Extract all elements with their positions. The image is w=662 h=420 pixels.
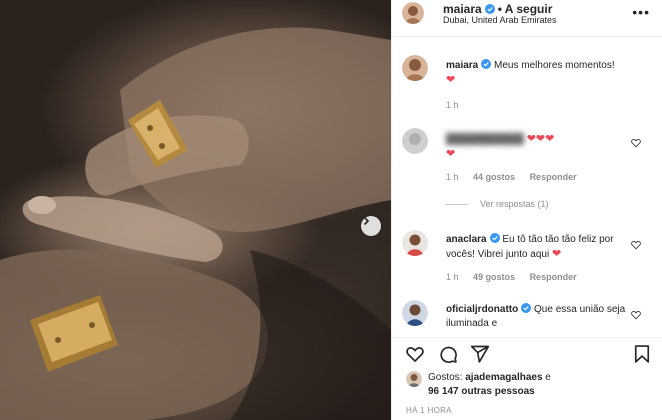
heart-emoji: ❤ (552, 248, 562, 260)
heart-emoji: ❤ (446, 74, 456, 86)
post-timestamp[interactable]: HÁ 1 HORA (406, 406, 452, 415)
caption-time[interactable]: 1 h (446, 100, 459, 110)
verified-badge-icon (484, 4, 495, 14)
comment-time[interactable]: 1 h (446, 172, 459, 182)
liker-avatar[interactable] (406, 371, 422, 387)
comment-meta: 1 h 44 gostos Responder (446, 172, 589, 182)
comment-username-blurred[interactable]: ███████████ (446, 134, 524, 145)
heart-icon[interactable] (631, 310, 641, 320)
heart-emoji: ❤ (446, 148, 456, 160)
author-username[interactable]: maiara (443, 2, 482, 16)
comment-meta: 1 h 49 gostos Responder (446, 272, 589, 282)
caption-body: Meus melhores momentos! (494, 60, 615, 71)
share-icon[interactable] (470, 344, 490, 364)
comment-text: oficialjrdonatto Que essa união seja ilu… (446, 303, 638, 331)
liker-username[interactable]: ajademagalhaes (465, 372, 542, 383)
comment-avatar-blurred[interactable] (402, 128, 428, 154)
comment-avatar[interactable] (402, 230, 428, 256)
verified-badge-icon (481, 59, 492, 69)
comment-icon[interactable] (438, 344, 458, 364)
verified-badge-icon (489, 233, 500, 243)
comment-time[interactable]: 1 h (446, 272, 459, 282)
reply-button[interactable]: Responder (530, 172, 577, 182)
likes-others[interactable]: 96 147 outras pessoas (428, 386, 535, 397)
heart-icon[interactable] (631, 240, 641, 250)
caption-author-avatar[interactable] (402, 55, 428, 81)
post-photo[interactable] (0, 0, 391, 420)
comment-likes[interactable]: 44 gostos (473, 172, 515, 182)
post-header: maiara • A seguir Dubai, United Arab Emir… (392, 0, 662, 37)
heart-icon[interactable] (405, 344, 425, 364)
likes-prefix: Gostos: (428, 372, 463, 383)
bookmark-icon[interactable] (632, 344, 652, 364)
comment-hearts: ❤❤❤ (526, 133, 555, 145)
more-options-icon[interactable]: ••• (632, 4, 650, 20)
likes-connector: e (545, 372, 551, 383)
comment-text: anaclara Eu tô tão tão tão feliz por voc… (446, 233, 638, 262)
comment-username[interactable]: oficialjrdonatto (446, 304, 518, 315)
post-location[interactable]: Dubai, United Arab Emirates (443, 15, 557, 25)
replies-divider (446, 204, 468, 206)
comment-row: oficialjrdonatto Que essa união seja ilu… (392, 300, 662, 336)
chevron-right-icon (363, 216, 370, 226)
comment-row: anaclara Eu tô tão tão tão feliz por voc… (392, 230, 662, 290)
post-actions-bar (392, 337, 662, 369)
hands-with-rings-image (0, 27, 391, 420)
caption-row: maiara Meus melhores momentos! ❤ 1 h (392, 55, 662, 110)
comment-likes[interactable]: 49 gostos (473, 272, 515, 282)
following-button[interactable]: • A seguir (498, 2, 553, 16)
next-photo-button[interactable] (361, 216, 381, 236)
comment-row: ███████████ ❤❤❤ ❤ 1 h 44 gostos Responde… (392, 128, 662, 213)
comment-text: ███████████ ❤❤❤ ❤ (446, 132, 638, 162)
likes-text: Gostos: ajademagalhaes e 96 147 outras p… (428, 371, 658, 399)
caption-username[interactable]: maiara (446, 60, 478, 71)
author-avatar[interactable] (402, 2, 424, 24)
post-side-panel: maiara • A seguir Dubai, United Arab Emir… (391, 0, 662, 420)
comment-username[interactable]: anaclara (446, 234, 487, 245)
caption-meta: 1 h (446, 100, 471, 110)
verified-badge-icon (521, 303, 532, 313)
comment-avatar[interactable] (402, 300, 428, 326)
author-line: maiara • A seguir (443, 2, 552, 16)
view-replies-label: Ver respostas (1) (480, 199, 549, 209)
reply-button[interactable]: Responder (530, 272, 577, 282)
heart-icon[interactable] (631, 138, 641, 148)
caption-text: maiara Meus melhores momentos! ❤ (446, 59, 638, 88)
view-replies-button[interactable]: Ver respostas (1) (446, 199, 549, 209)
